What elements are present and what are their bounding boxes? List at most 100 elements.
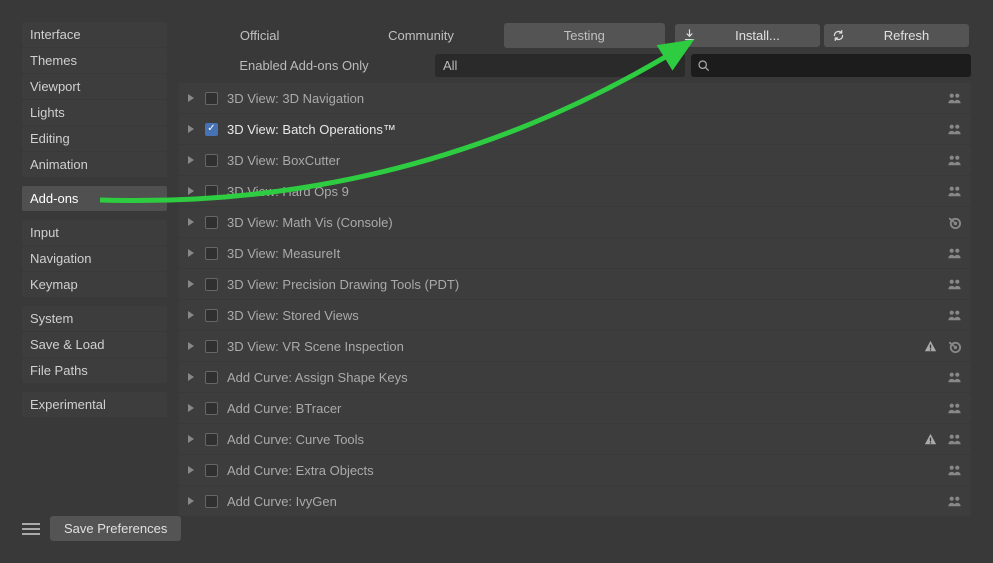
community-icon xyxy=(946,276,962,292)
addon-name-label: 3D View: VR Scene Inspection xyxy=(227,339,913,354)
addon-checkbox[interactable] xyxy=(205,402,218,415)
community-icon xyxy=(946,183,962,199)
disclosure-triangle-icon[interactable] xyxy=(188,187,196,195)
addon-row: 3D View: VR Scene Inspection xyxy=(179,331,971,361)
sidebar-item-input[interactable]: Input xyxy=(22,220,167,245)
sidebar: InterfaceThemesViewportLightsEditingAnim… xyxy=(22,22,167,541)
addon-name-label: 3D View: Batch Operations™ xyxy=(227,122,937,137)
sidebar-item-navigation[interactable]: Navigation xyxy=(22,246,167,271)
disclosure-triangle-icon[interactable] xyxy=(188,280,196,288)
addon-checkbox[interactable] xyxy=(205,340,218,353)
addon-checkbox[interactable] xyxy=(205,185,218,198)
refresh-label: Refresh xyxy=(850,28,963,43)
disclosure-triangle-icon[interactable] xyxy=(188,373,196,381)
addon-name-label: 3D View: BoxCutter xyxy=(227,153,937,168)
addon-name-label: 3D View: Stored Views xyxy=(227,308,937,323)
support-tab-testing[interactable]: Testing xyxy=(504,23,665,48)
community-icon xyxy=(946,245,962,261)
addon-row: 3D View: Math Vis (Console) xyxy=(179,207,971,237)
addon-name-label: Add Curve: Extra Objects xyxy=(227,463,937,478)
addon-row: 3D View: 3D Navigation xyxy=(179,83,971,113)
addon-checkbox[interactable] xyxy=(205,278,218,291)
sidebar-item-animation[interactable]: Animation xyxy=(22,152,167,177)
addon-row: 3D View: Hard Ops 9 xyxy=(179,176,971,206)
sidebar-item-file-paths[interactable]: File Paths xyxy=(22,358,167,383)
community-icon xyxy=(946,152,962,168)
sidebar-item-interface[interactable]: Interface xyxy=(22,22,167,47)
sidebar-item-system[interactable]: System xyxy=(22,306,167,331)
refresh-button[interactable]: Refresh xyxy=(824,24,969,47)
addon-row: 3D View: Batch Operations™ xyxy=(179,114,971,144)
addon-row: 3D View: MeasureIt xyxy=(179,238,971,268)
disclosure-triangle-icon[interactable] xyxy=(188,404,196,412)
addon-checkbox[interactable] xyxy=(205,154,218,167)
addon-name-label: 3D View: 3D Navigation xyxy=(227,91,937,106)
addon-checkbox[interactable] xyxy=(205,92,218,105)
addon-row: 3D View: BoxCutter xyxy=(179,145,971,175)
disclosure-triangle-icon[interactable] xyxy=(188,435,196,443)
main-panel: OfficialCommunityTesting Install... Refr… xyxy=(179,22,971,541)
sidebar-item-experimental[interactable]: Experimental xyxy=(22,392,167,417)
addon-row: 3D View: Precision Drawing Tools (PDT) xyxy=(179,269,971,299)
disclosure-triangle-icon[interactable] xyxy=(188,94,196,102)
support-tab-community[interactable]: Community xyxy=(340,23,501,48)
addon-row: Add Curve: Assign Shape Keys xyxy=(179,362,971,392)
save-preferences-button[interactable]: Save Preferences xyxy=(50,516,181,541)
warning-icon xyxy=(922,338,938,354)
sidebar-item-add-ons[interactable]: Add-ons xyxy=(22,186,167,211)
addon-checkbox[interactable] xyxy=(205,216,218,229)
addon-row: Add Curve: IvyGen xyxy=(179,486,971,516)
addon-checkbox[interactable] xyxy=(205,495,218,508)
preferences-menu-button[interactable] xyxy=(22,523,40,535)
install-label: Install... xyxy=(701,28,814,43)
addon-checkbox[interactable] xyxy=(205,247,218,260)
disclosure-triangle-icon[interactable] xyxy=(188,466,196,474)
category-dropdown[interactable]: All ⌄ xyxy=(435,54,685,77)
community-icon xyxy=(946,369,962,385)
sidebar-item-viewport[interactable]: Viewport xyxy=(22,74,167,99)
community-icon xyxy=(946,431,962,447)
community-icon xyxy=(946,90,962,106)
sidebar-item-lights[interactable]: Lights xyxy=(22,100,167,125)
chevron-down-icon: ⌄ xyxy=(669,60,677,71)
warning-icon xyxy=(922,431,938,447)
addon-toolbar: OfficialCommunityTesting Install... Refr… xyxy=(179,22,971,49)
addon-name-label: Add Curve: Curve Tools xyxy=(227,432,913,447)
enabled-addons-only-toggle[interactable]: Enabled Add-ons Only xyxy=(179,58,429,73)
addon-checkbox[interactable] xyxy=(205,464,218,477)
disclosure-triangle-icon[interactable] xyxy=(188,311,196,319)
addon-list: 3D View: 3D Navigation 3D View: Batch Ope… xyxy=(179,83,971,541)
community-icon xyxy=(946,121,962,137)
addon-name-label: Add Curve: IvyGen xyxy=(227,494,937,509)
addon-checkbox[interactable] xyxy=(205,371,218,384)
addon-name-label: 3D View: Precision Drawing Tools (PDT) xyxy=(227,277,937,292)
addon-checkbox[interactable] xyxy=(205,309,218,322)
addon-row: Add Curve: Curve Tools xyxy=(179,424,971,454)
install-button[interactable]: Install... xyxy=(675,24,820,47)
addon-row: Add Curve: BTracer xyxy=(179,393,971,423)
footer: Save Preferences xyxy=(22,516,181,541)
search-icon xyxy=(697,59,710,72)
addon-name-label: 3D View: MeasureIt xyxy=(227,246,937,261)
sidebar-item-themes[interactable]: Themes xyxy=(22,48,167,73)
disclosure-triangle-icon[interactable] xyxy=(188,125,196,133)
disclosure-triangle-icon[interactable] xyxy=(188,156,196,164)
search-input[interactable] xyxy=(691,54,971,77)
addon-row: Add Curve: Extra Objects xyxy=(179,455,971,485)
sidebar-item-save-load[interactable]: Save & Load xyxy=(22,332,167,357)
disclosure-triangle-icon[interactable] xyxy=(188,218,196,226)
community-icon xyxy=(946,307,962,323)
disclosure-triangle-icon[interactable] xyxy=(188,497,196,505)
addon-checkbox[interactable] xyxy=(205,123,218,136)
disclosure-triangle-icon[interactable] xyxy=(188,342,196,350)
sidebar-item-editing[interactable]: Editing xyxy=(22,126,167,151)
disclosure-triangle-icon[interactable] xyxy=(188,249,196,257)
addon-name-label: Add Curve: BTracer xyxy=(227,401,937,416)
search-field[interactable] xyxy=(716,58,965,73)
sidebar-item-keymap[interactable]: Keymap xyxy=(22,272,167,297)
addon-checkbox[interactable] xyxy=(205,433,218,446)
community-icon xyxy=(946,493,962,509)
community-icon xyxy=(946,400,962,416)
blender-icon xyxy=(946,338,962,354)
support-tab-official[interactable]: Official xyxy=(179,23,340,48)
